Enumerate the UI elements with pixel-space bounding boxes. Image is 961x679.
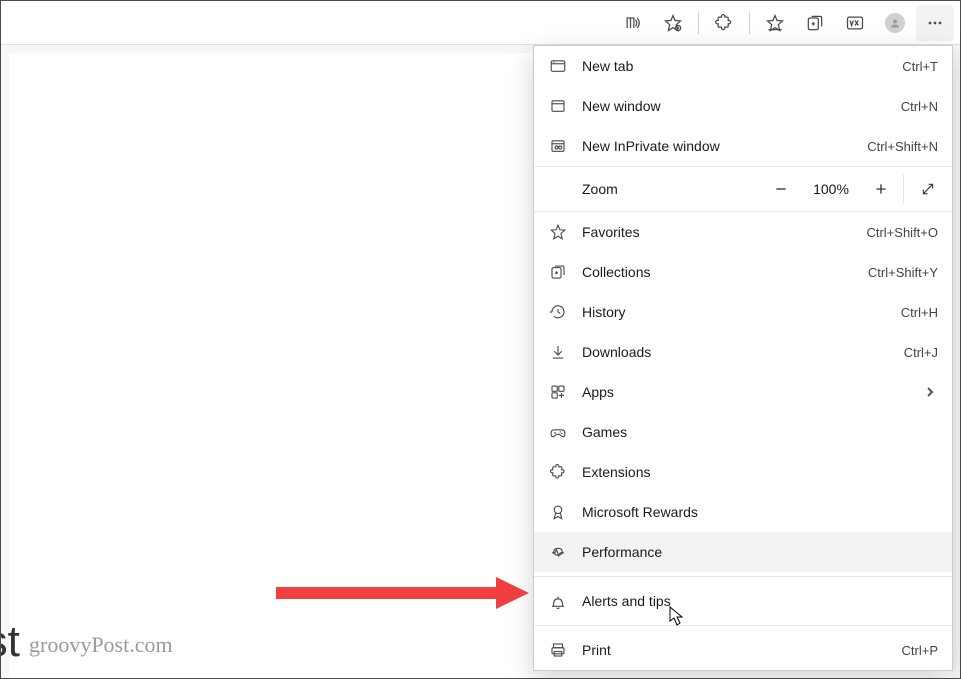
menu-divider — [534, 576, 952, 577]
menu-shortcut: Ctrl+Shift+N — [867, 139, 938, 154]
downloads-icon — [548, 342, 568, 362]
math-solver-button[interactable] — [836, 5, 874, 41]
menu-label: Favorites — [582, 224, 852, 240]
settings-menu: New tab Ctrl+T New window Ctrl+N New InP… — [533, 45, 953, 671]
toolbar-separator — [698, 12, 699, 34]
menu-shortcut: Ctrl+H — [901, 305, 938, 320]
settings-and-more-button[interactable] — [916, 5, 954, 41]
menu-label: Print — [582, 642, 888, 658]
print-icon — [548, 640, 568, 660]
menu-label: New window — [582, 98, 887, 114]
read-aloud-button[interactable] — [614, 5, 652, 41]
add-favorite-button[interactable] — [654, 5, 692, 41]
performance-icon — [548, 542, 568, 562]
zoom-value: 100% — [803, 181, 859, 197]
fullscreen-button[interactable] — [904, 166, 952, 212]
menu-label: Collections — [582, 264, 854, 280]
menu-item-apps[interactable]: Apps — [534, 372, 952, 412]
menu-item-alerts[interactable]: Alerts and tips — [534, 581, 952, 621]
browser-toolbar — [1, 1, 960, 45]
rewards-icon — [548, 502, 568, 522]
menu-label: Downloads — [582, 344, 890, 360]
favorites-icon — [548, 222, 568, 242]
menu-label: Games — [582, 424, 938, 440]
avatar-icon — [885, 13, 905, 33]
menu-shortcut: Ctrl+Shift+O — [866, 225, 938, 240]
menu-shortcut: Ctrl+Shift+Y — [868, 265, 938, 280]
menu-label: Alerts and tips — [582, 593, 938, 609]
menu-label: Extensions — [582, 464, 938, 480]
menu-item-performance[interactable]: Performance — [534, 532, 952, 572]
zoom-row: Zoom 100% — [534, 166, 952, 212]
menu-label: History — [582, 304, 887, 320]
menu-item-extensions[interactable]: Extensions — [534, 452, 952, 492]
apps-icon — [548, 382, 568, 402]
menu-shortcut: Ctrl+T — [902, 59, 938, 74]
bell-icon — [548, 591, 568, 611]
collections-button[interactable] — [796, 5, 834, 41]
menu-divider — [534, 625, 952, 626]
inprivate-icon — [548, 136, 568, 156]
menu-item-history[interactable]: History Ctrl+H — [534, 292, 952, 332]
collections-icon — [548, 262, 568, 282]
menu-shortcut: Ctrl+P — [902, 643, 938, 658]
menu-shortcut: Ctrl+J — [904, 345, 938, 360]
new-window-icon — [548, 96, 568, 116]
games-icon — [548, 422, 568, 442]
toolbar-separator — [749, 12, 750, 34]
menu-label: New tab — [582, 58, 888, 74]
chevron-right-icon — [922, 387, 938, 397]
menu-item-rewards[interactable]: Microsoft Rewards — [534, 492, 952, 532]
page-subhead-fragment: first — [1, 617, 20, 667]
extensions-button[interactable] — [705, 5, 743, 41]
menu-item-collections[interactable]: Collections Ctrl+Shift+Y — [534, 252, 952, 292]
menu-label: Microsoft Rewards — [582, 504, 938, 520]
menu-label: New InPrivate window — [582, 138, 853, 154]
zoom-in-button[interactable] — [859, 166, 903, 212]
profile-button[interactable] — [876, 5, 914, 41]
zoom-out-button[interactable] — [759, 166, 803, 212]
history-icon — [548, 302, 568, 322]
menu-item-new-tab[interactable]: New tab Ctrl+T — [534, 46, 952, 86]
zoom-label: Zoom — [534, 181, 759, 197]
menu-shortcut: Ctrl+N — [901, 99, 938, 114]
menu-item-print[interactable]: Print Ctrl+P — [534, 630, 952, 670]
menu-item-favorites[interactable]: Favorites Ctrl+Shift+O — [534, 212, 952, 252]
menu-item-new-inprivate[interactable]: New InPrivate window Ctrl+Shift+N — [534, 126, 952, 166]
watermark-text: groovyPost.com — [29, 632, 173, 658]
favorites-button[interactable] — [756, 5, 794, 41]
menu-label: Apps — [582, 384, 908, 400]
menu-item-games[interactable]: Games — [534, 412, 952, 452]
extensions-icon — [548, 462, 568, 482]
new-tab-icon — [548, 56, 568, 76]
menu-item-downloads[interactable]: Downloads Ctrl+J — [534, 332, 952, 372]
menu-item-new-window[interactable]: New window Ctrl+N — [534, 86, 952, 126]
menu-label: Performance — [582, 544, 938, 560]
